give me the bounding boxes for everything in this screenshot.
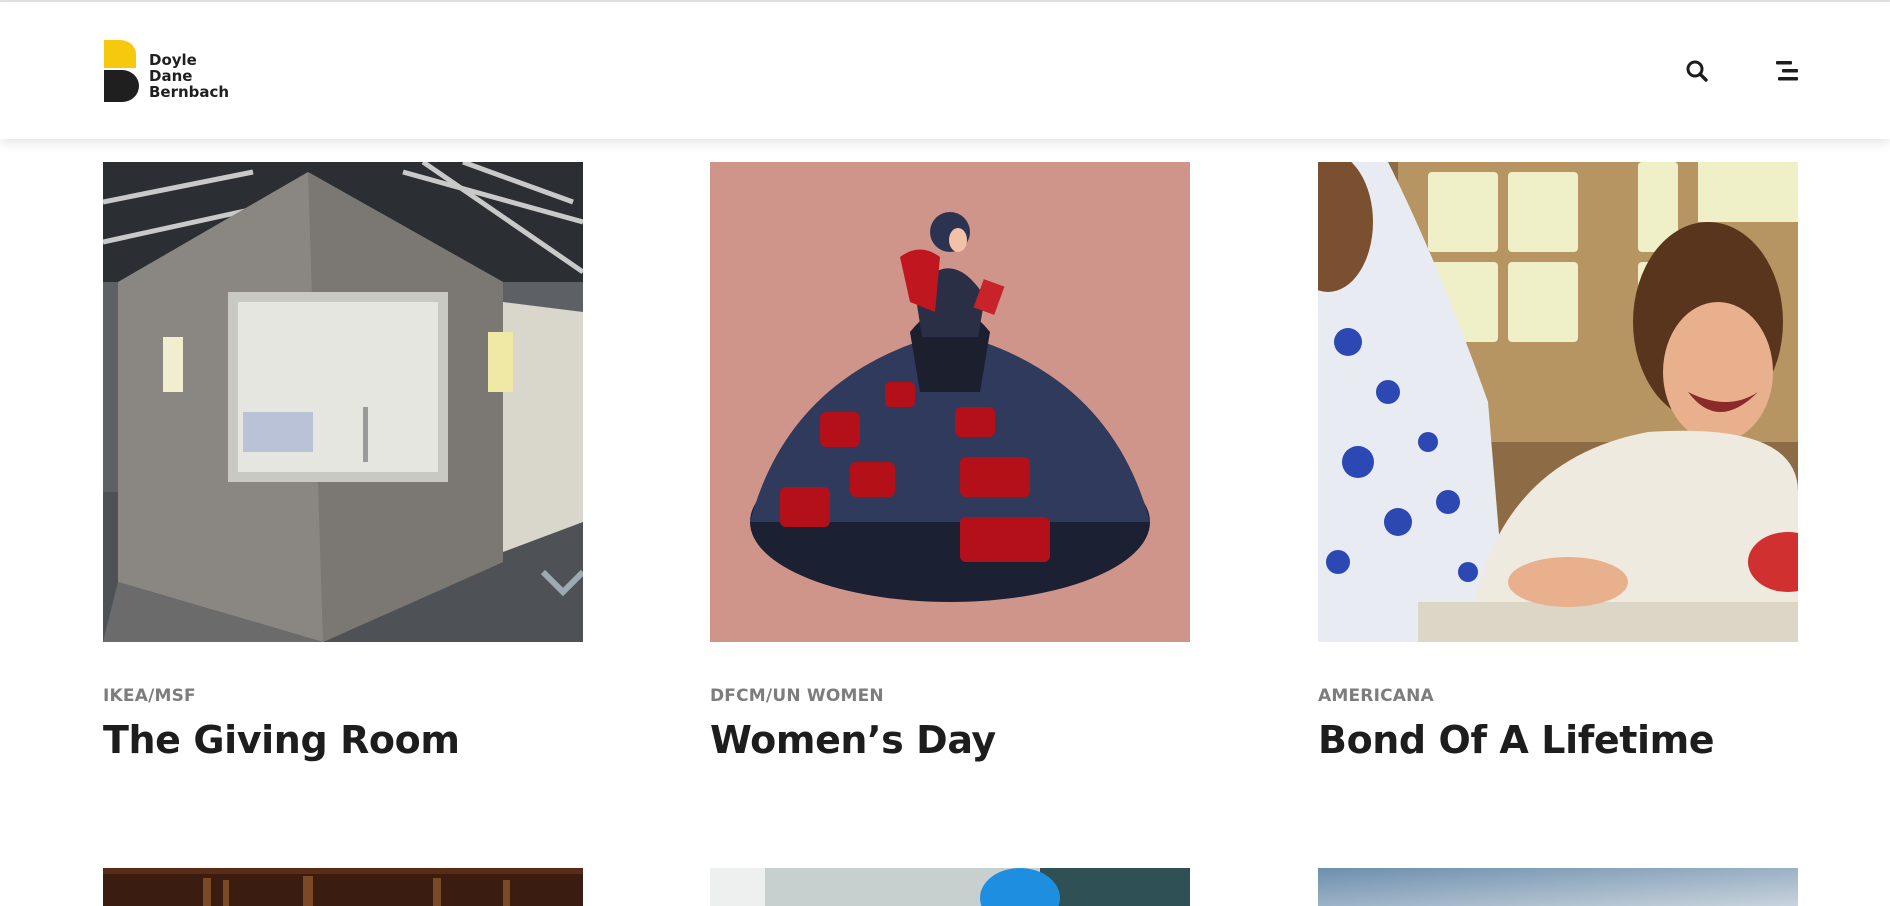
search-icon: [1686, 60, 1708, 82]
search-button[interactable]: [1682, 56, 1712, 86]
project-card-womens-day[interactable]: DFCM/UN WOMEN Women’s Day: [710, 162, 1190, 762]
giving-room-photo[interactable]: [103, 162, 583, 642]
brand-name-line-2: Dane: [149, 67, 193, 85]
card-title[interactable]: Women’s Day: [710, 718, 1190, 762]
menu-icon: [1776, 61, 1798, 81]
site-header: Doyle Dane Bernbach: [0, 2, 1890, 139]
brand-name: Doyle Dane Bernbach: [149, 52, 229, 100]
card-title[interactable]: The Giving Room: [103, 718, 583, 762]
brand-name-line-3: Bernbach: [149, 83, 230, 101]
project-card-bond-of-a-lifetime[interactable]: AMERICANA Bond Of A Lifetime: [1318, 162, 1798, 762]
brand-name-line-1: Doyle: [149, 51, 197, 69]
brand-logo[interactable]: Doyle Dane Bernbach: [104, 40, 229, 102]
card-title[interactable]: Bond Of A Lifetime: [1318, 718, 1798, 762]
womens-day-illustration[interactable]: [710, 162, 1190, 642]
project-card-giving-room[interactable]: IKEA/MSF The Giving Room: [103, 162, 583, 762]
bond-of-a-lifetime-photo[interactable]: [1318, 162, 1798, 642]
blue-object-photo[interactable]: [710, 868, 1190, 906]
logo-mark-icon: [104, 40, 139, 102]
library-photo[interactable]: [103, 868, 583, 906]
card-client: IKEA/MSF: [103, 686, 196, 706]
card-client: AMERICANA: [1318, 686, 1434, 706]
sky-photo[interactable]: [1318, 868, 1798, 906]
card-client: DFCM/UN WOMEN: [710, 686, 884, 706]
menu-button[interactable]: [1772, 56, 1802, 86]
